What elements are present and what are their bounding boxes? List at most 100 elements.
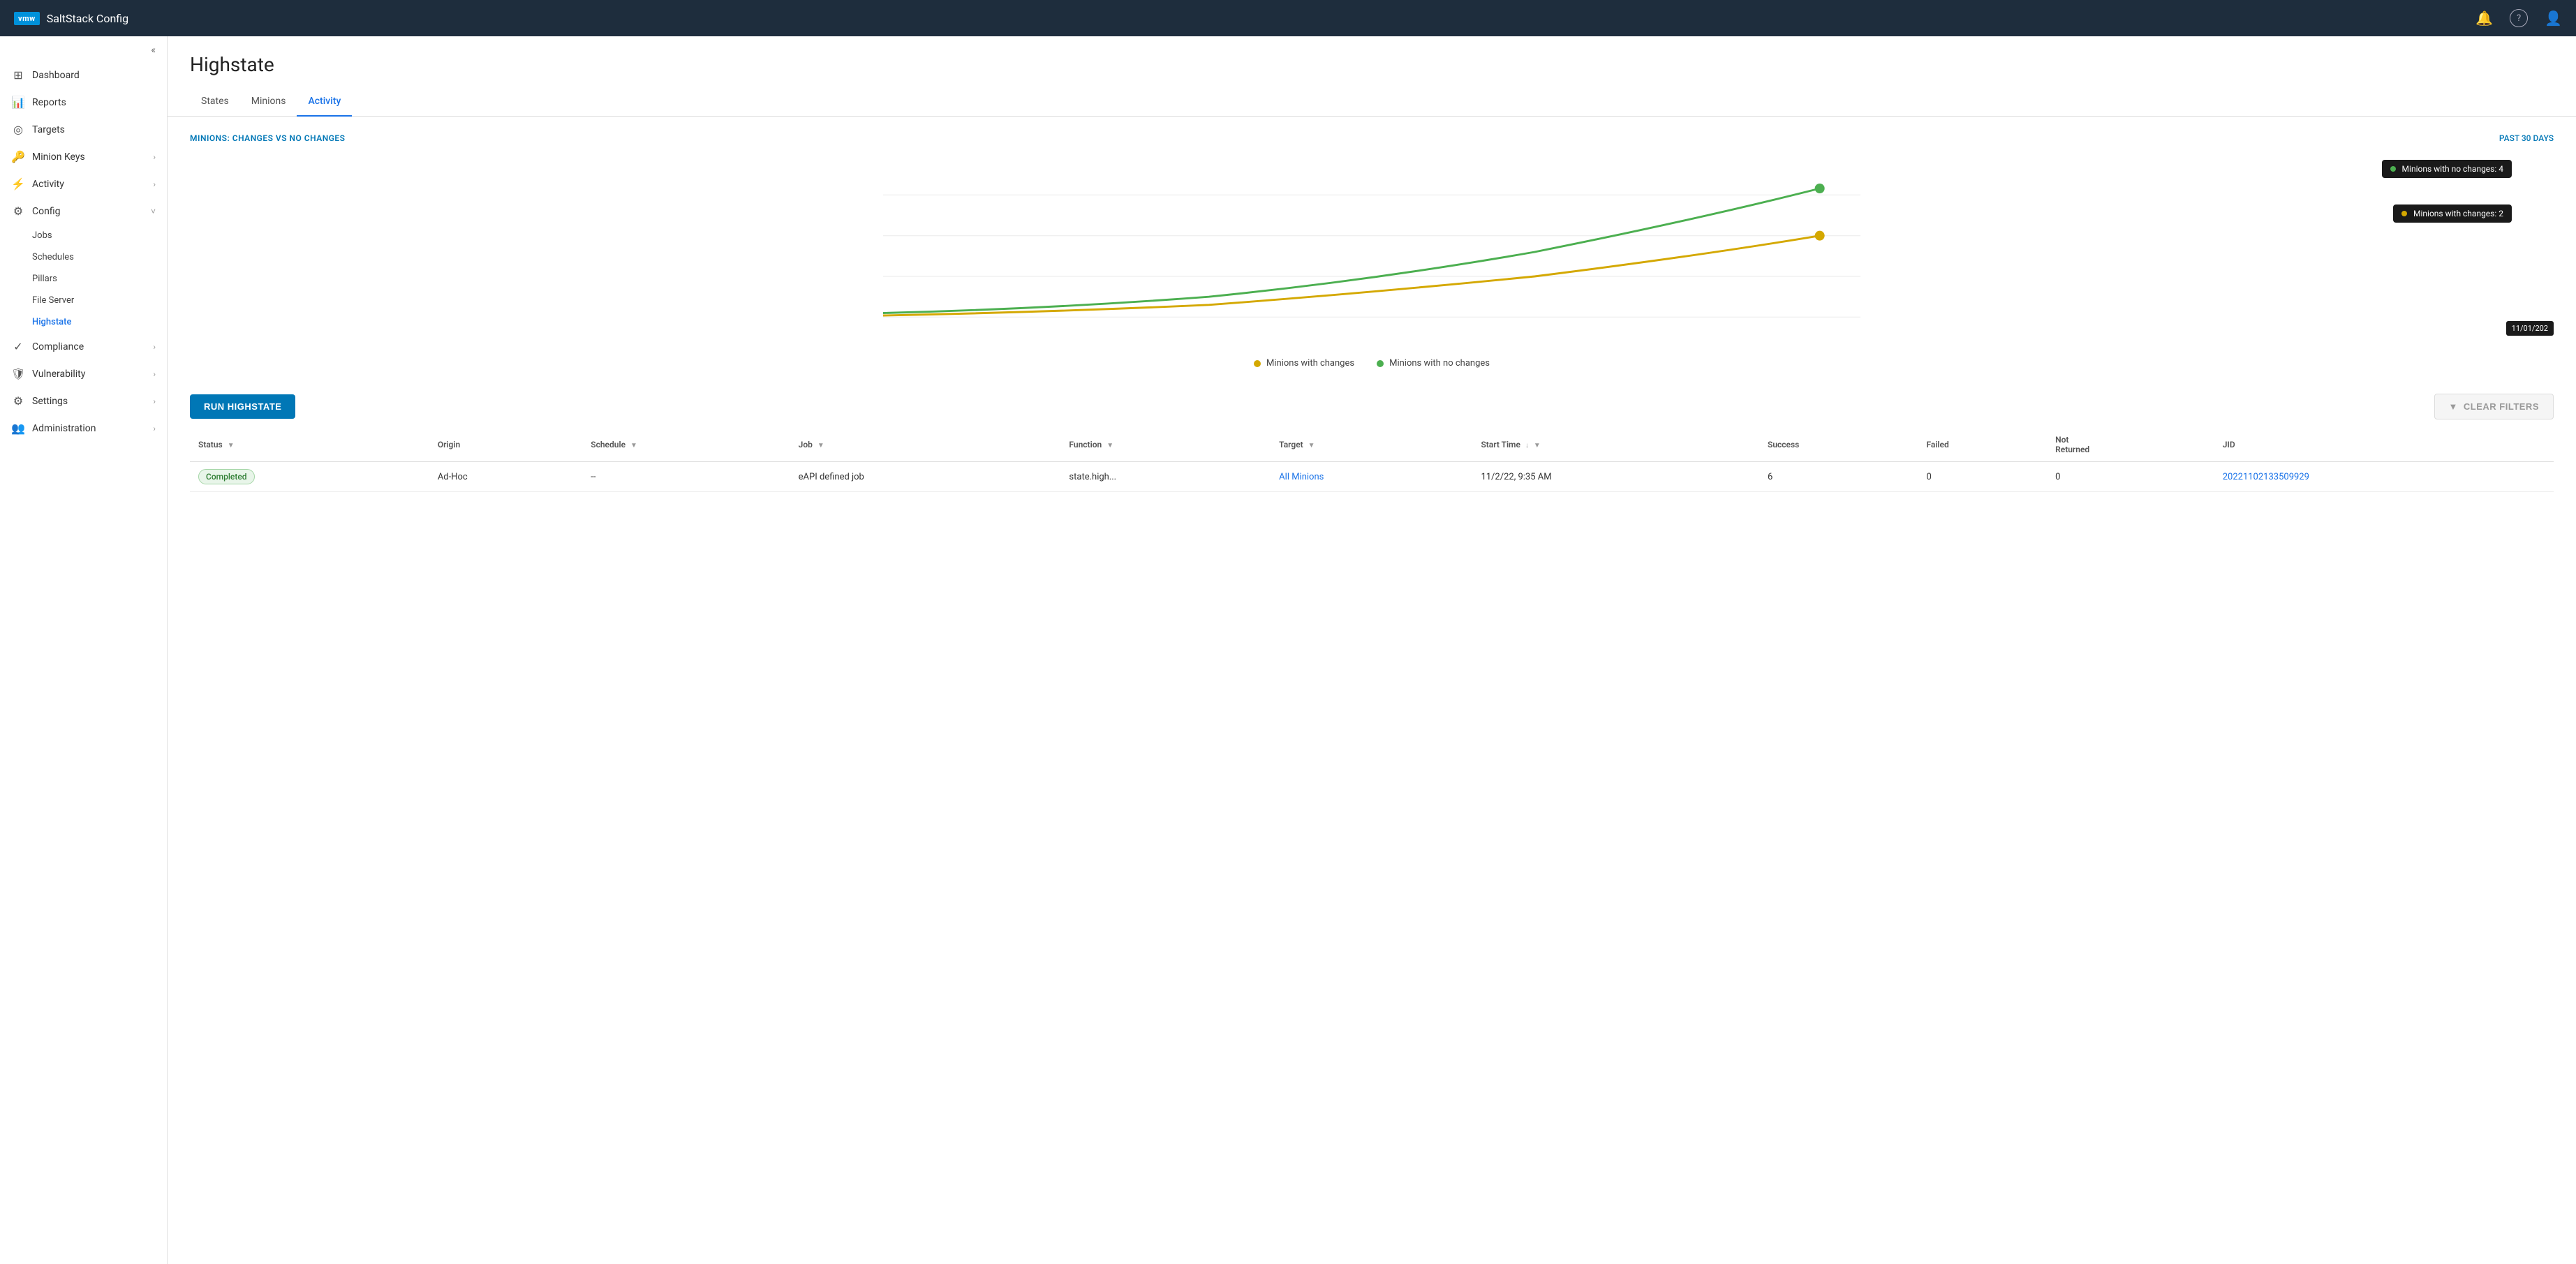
chart-container: Minions with no changes: 4 Minions with … <box>190 154 2554 350</box>
topbar: vmw SaltStack Config 🔔 ? 👤 <box>0 0 2576 36</box>
sidebar-sub-item-file-server[interactable]: File Server <box>0 290 167 311</box>
jid-link[interactable]: 20221102133509929 <box>2223 472 2309 482</box>
sidebar-item-label: Compliance <box>32 341 146 352</box>
sidebar-item-settings[interactable]: ⚙ Settings › <box>0 387 167 415</box>
col-schedule: Schedule ▼ <box>582 428 790 462</box>
status-badge: Completed <box>198 469 255 484</box>
tab-minions[interactable]: Minions <box>240 87 297 117</box>
config-icon: ⚙ <box>11 205 25 218</box>
date-tooltip: 11/01/202 <box>2506 321 2554 336</box>
actions-bar: RUN HIGHSTATE ▼ CLEAR FILTERS <box>168 385 2576 428</box>
reports-icon: 📊 <box>11 96 25 109</box>
sidebar-item-targets[interactable]: ◎ Targets <box>0 116 167 143</box>
schedule-filter-icon[interactable]: ▼ <box>630 442 637 449</box>
tooltip-changes: Minions with changes: 2 <box>2393 205 2512 223</box>
cell-success: 6 <box>1759 462 1918 492</box>
pillars-label: Pillars <box>32 274 57 284</box>
target-filter-icon[interactable]: ▼ <box>1308 442 1315 449</box>
col-job: Job ▼ <box>790 428 1061 462</box>
col-origin: Origin <box>429 428 582 462</box>
sidebar: « ⊞ Dashboard 📊 Reports ◎ Targets 🔑 Mini… <box>0 36 168 1264</box>
sidebar-item-activity[interactable]: ⚡ Activity › <box>0 170 167 198</box>
page-title: Highstate <box>190 53 2554 76</box>
legend-item-changes: Minions with changes <box>1254 358 1354 369</box>
legend-item-no-changes: Minions with no changes <box>1377 358 1490 369</box>
col-status: Status ▼ <box>190 428 429 462</box>
sidebar-collapse[interactable]: « <box>0 36 167 61</box>
sort-desc-icon[interactable]: ↓ <box>1525 442 1529 449</box>
cell-status: Completed <box>190 462 429 492</box>
cell-function: state.high... <box>1060 462 1271 492</box>
chart-svg <box>190 154 2554 350</box>
sidebar-item-administration[interactable]: 👥 Administration › <box>0 415 167 442</box>
cell-target: All Minions <box>1271 462 1472 492</box>
sidebar-sub-item-highstate[interactable]: Highstate <box>0 311 167 333</box>
col-failed: Failed <box>1918 428 2047 462</box>
table-container: Status ▼ Origin Schedule ▼ Job ▼ <box>168 428 2576 509</box>
sidebar-item-label: Minion Keys <box>32 151 146 163</box>
sidebar-sub-item-jobs[interactable]: Jobs <box>0 225 167 246</box>
vmw-logo: vmw <box>14 12 40 25</box>
cell-start-time: 11/2/22, 9:35 AM <box>1472 462 1759 492</box>
app-title: SaltStack Config <box>47 12 128 25</box>
chevron-down-icon: ˅ <box>151 207 156 216</box>
tooltip-dot-yellow <box>2401 211 2407 216</box>
start-time-filter-icon[interactable]: ▼ <box>1534 442 1541 449</box>
chart-period: PAST 30 DAYS <box>2499 133 2554 143</box>
run-highstate-button[interactable]: RUN HIGHSTATE <box>190 394 295 419</box>
chart-title: MINIONS: CHANGES VS NO CHANGES <box>190 133 346 143</box>
sidebar-item-label: Config <box>32 206 144 217</box>
status-filter-icon[interactable]: ▼ <box>228 442 235 449</box>
chevron-right-icon: › <box>153 369 156 379</box>
cell-jid: 20221102133509929 <box>2214 462 2554 492</box>
notification-icon[interactable]: 🔔 <box>2475 10 2493 27</box>
sidebar-item-compliance[interactable]: ✓ Compliance › <box>0 333 167 360</box>
tab-states[interactable]: States <box>190 87 240 117</box>
minion-keys-icon: 🔑 <box>11 150 25 163</box>
chart-header: MINIONS: CHANGES VS NO CHANGES PAST 30 D… <box>190 133 2554 143</box>
col-function: Function ▼ <box>1060 428 1271 462</box>
topbar-left: vmw SaltStack Config <box>14 12 128 25</box>
settings-icon: ⚙ <box>11 394 25 408</box>
tooltip-no-changes: Minions with no changes: 4 <box>2382 160 2512 178</box>
cell-job: eAPI defined job <box>790 462 1061 492</box>
function-filter-icon[interactable]: ▼ <box>1106 442 1113 449</box>
help-icon[interactable]: ? <box>2510 9 2528 27</box>
jobs-table: Status ▼ Origin Schedule ▼ Job ▼ <box>190 428 2554 492</box>
content-header: Highstate <box>168 36 2576 87</box>
sidebar-item-vulnerability[interactable]: 🛡 Vulnerability › <box>0 360 167 387</box>
target-link[interactable]: All Minions <box>1279 472 1324 482</box>
chevron-right-icon: › <box>153 342 156 352</box>
sidebar-item-dashboard[interactable]: ⊞ Dashboard <box>0 61 167 89</box>
table-header-row: Status ▼ Origin Schedule ▼ Job ▼ <box>190 428 2554 462</box>
tab-activity[interactable]: Activity <box>297 87 352 117</box>
main-layout: « ⊞ Dashboard 📊 Reports ◎ Targets 🔑 Mini… <box>0 36 2576 1264</box>
activity-icon: ⚡ <box>11 177 25 191</box>
content-area: Highstate States Minions Activity MINION… <box>168 36 2576 1264</box>
user-icon[interactable]: 👤 <box>2545 10 2562 27</box>
sidebar-item-label: Activity <box>32 179 146 190</box>
cell-origin: Ad-Hoc <box>429 462 582 492</box>
table-row: Completed Ad-Hoc -- eAPI defined job sta <box>190 462 2554 492</box>
chart-legend: Minions with changes Minions with no cha… <box>190 358 2554 369</box>
cell-schedule: -- <box>582 462 790 492</box>
chart-section: MINIONS: CHANGES VS NO CHANGES PAST 30 D… <box>168 117 2576 385</box>
job-filter-icon[interactable]: ▼ <box>817 442 824 449</box>
legend-dot-changes <box>1254 360 1261 367</box>
administration-icon: 👥 <box>11 422 25 435</box>
chevron-right-icon: › <box>153 152 156 162</box>
tooltip-dot-green <box>2390 166 2396 172</box>
topbar-right: 🔔 ? 👤 <box>2475 9 2562 27</box>
col-not-returned: Not Returned <box>2047 428 2214 462</box>
sidebar-item-label: Settings <box>32 396 146 407</box>
col-jid: JID <box>2214 428 2554 462</box>
clear-filters-button[interactable]: ▼ CLEAR FILTERS <box>2434 394 2554 419</box>
sidebar-item-minion-keys[interactable]: 🔑 Minion Keys › <box>0 143 167 170</box>
file-server-label: File Server <box>32 295 74 306</box>
sidebar-item-config[interactable]: ⚙ Config ˅ <box>0 198 167 225</box>
sidebar-item-reports[interactable]: 📊 Reports <box>0 89 167 116</box>
sidebar-sub-item-schedules[interactable]: Schedules <box>0 246 167 268</box>
sidebar-sub-item-pillars[interactable]: Pillars <box>0 268 167 290</box>
compliance-icon: ✓ <box>11 340 25 353</box>
sidebar-item-label: Vulnerability <box>32 369 146 380</box>
